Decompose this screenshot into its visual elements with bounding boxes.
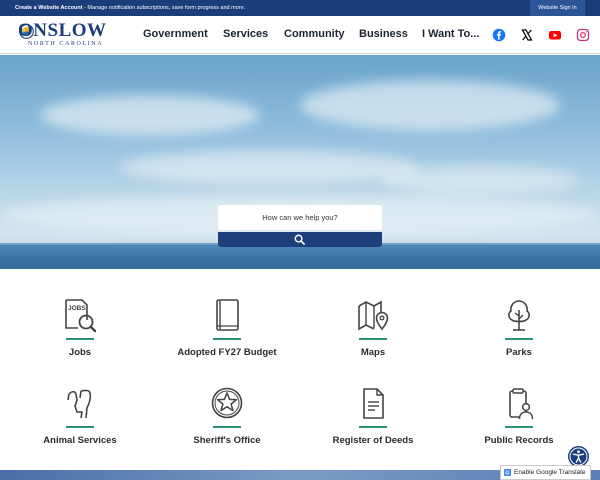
search-button[interactable] xyxy=(218,232,382,247)
search-input[interactable]: How can we help you? xyxy=(218,205,382,230)
nav-community[interactable]: Community xyxy=(284,28,345,40)
translate-label: Enable Google Translate xyxy=(514,469,586,476)
quick-link-label: Jobs xyxy=(68,347,92,358)
facebook-icon[interactable] xyxy=(492,28,506,42)
quick-link-register-of-deeds[interactable]: Register of Deeds xyxy=(303,386,443,462)
jobs-magnifier-icon: JOBS xyxy=(65,299,97,333)
ocean-horizon xyxy=(0,245,600,269)
book-icon xyxy=(216,299,239,331)
quick-link-label: Sheriff's Office xyxy=(193,435,261,446)
utility-bar: Create a Website Account - Manage notifi… xyxy=(0,0,600,16)
create-account-title[interactable]: Create a Website Account xyxy=(15,5,83,11)
google-translate-icon: G xyxy=(504,469,511,476)
quick-link-maps[interactable]: Maps xyxy=(303,298,443,374)
instagram-icon[interactable] xyxy=(576,28,590,42)
search-icon xyxy=(294,234,305,245)
create-account-description: - Manage notification subscriptions, sav… xyxy=(82,5,246,11)
nav-business[interactable]: Business xyxy=(359,28,408,40)
quick-link-label: Adopted FY27 Budget xyxy=(177,347,277,358)
google-translate-button[interactable]: G Enable Google Translate xyxy=(500,465,591,480)
document-icon xyxy=(363,388,384,419)
x-icon[interactable] xyxy=(520,28,534,42)
onslow-logo[interactable]: ONSLOW NORTH CAROLINA xyxy=(18,21,122,51)
map-pin-icon xyxy=(358,300,389,331)
quick-link-label: Parks xyxy=(506,347,532,358)
quick-link-label: Register of Deeds xyxy=(332,435,414,446)
accessibility-icon xyxy=(569,447,588,466)
logo-wordmark: ONSLOW xyxy=(18,20,107,41)
logo-subtitle: NORTH CAROLINA xyxy=(28,41,104,47)
youtube-icon[interactable] xyxy=(548,28,562,42)
svg-text:JOBS: JOBS xyxy=(68,305,86,312)
quick-link-sheriffs-office[interactable]: Sheriff's Office xyxy=(157,386,297,462)
quick-link-budget[interactable]: Adopted FY27 Budget xyxy=(157,298,297,374)
sheriff-star-icon xyxy=(211,387,243,419)
quick-link-label: Public Records xyxy=(484,435,554,446)
dog-icon xyxy=(67,389,92,419)
tree-icon xyxy=(508,300,530,331)
quick-link-jobs[interactable]: JOBS Jobs xyxy=(10,298,150,374)
create-account-link[interactable]: Create a Website Account - Manage notifi… xyxy=(15,5,245,11)
nav-government[interactable]: Government xyxy=(143,28,208,40)
records-person-icon xyxy=(509,388,534,420)
svg-text:G: G xyxy=(505,471,509,476)
website-sign-in-button[interactable]: Website Sign In xyxy=(530,0,585,16)
nav-i-want-to[interactable]: I Want To... xyxy=(422,28,479,40)
accessibility-button[interactable] xyxy=(568,446,589,467)
quick-link-parks[interactable]: Parks xyxy=(449,298,589,374)
quick-link-animal-services[interactable]: Animal Services xyxy=(10,386,150,462)
quick-link-label: Animal Services xyxy=(43,435,117,446)
nav-services[interactable]: Services xyxy=(223,28,268,40)
quick-link-label: Maps xyxy=(360,347,386,358)
